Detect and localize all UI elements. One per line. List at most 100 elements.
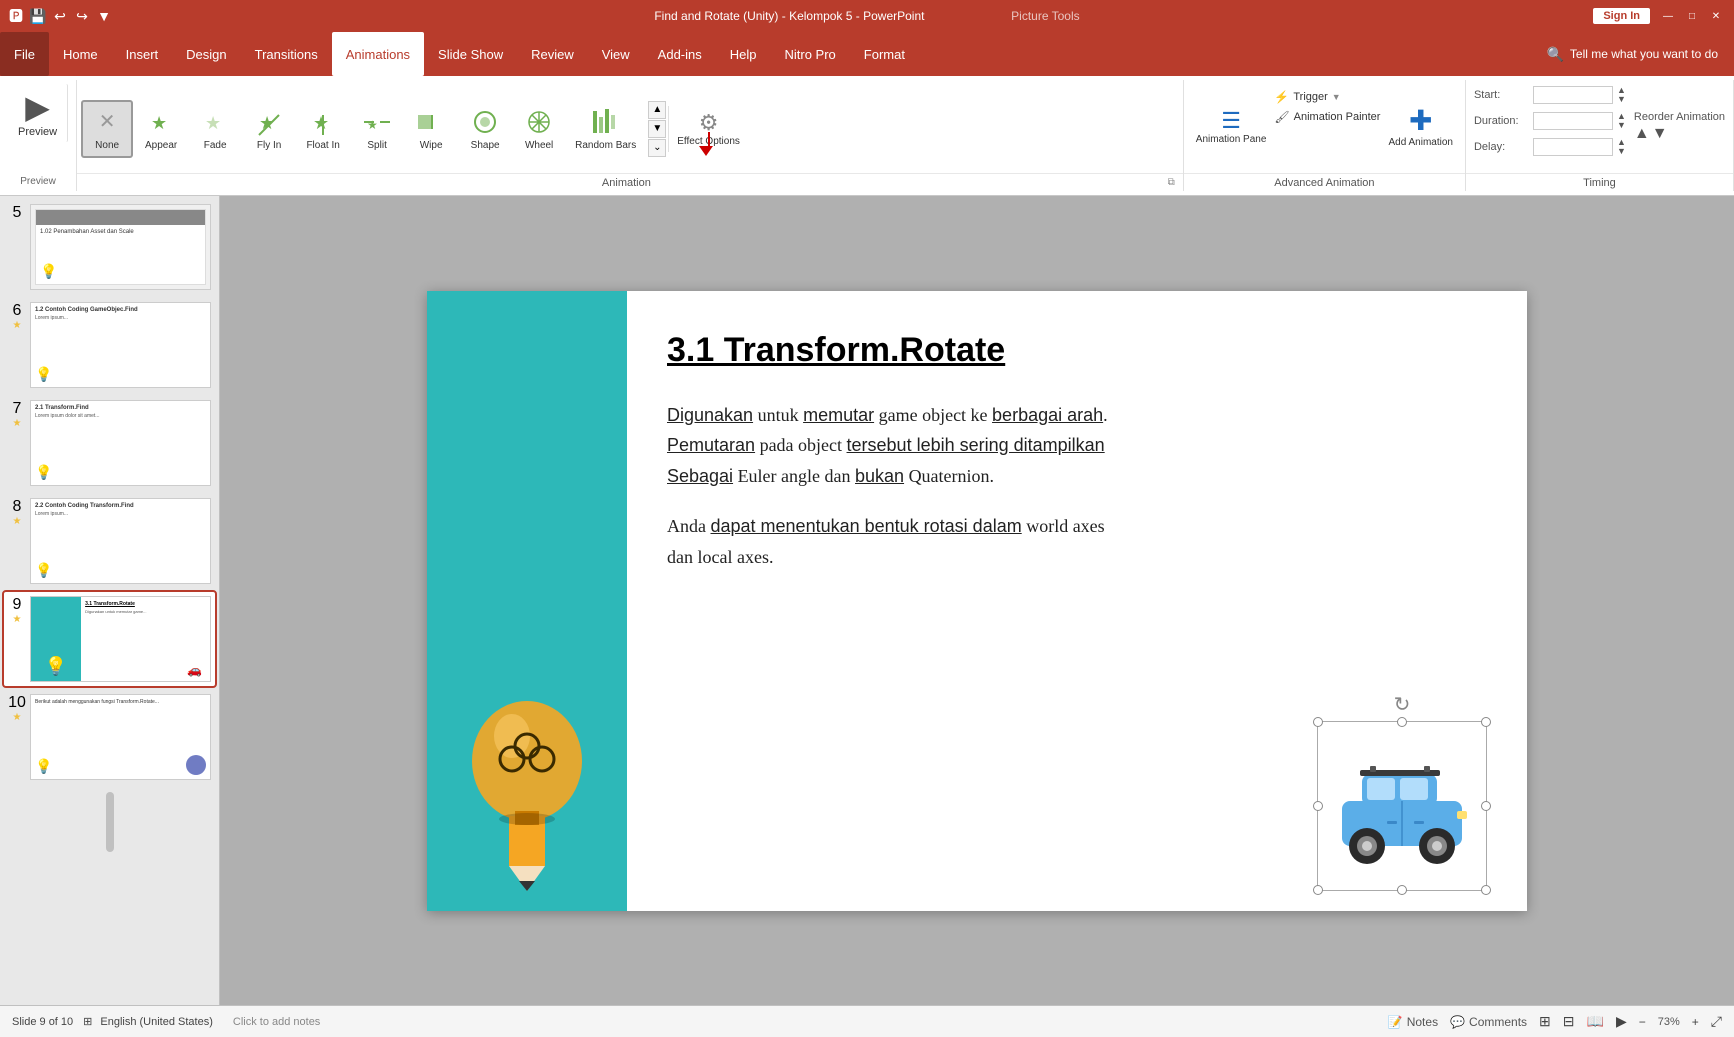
menu-item-file[interactable]: File <box>0 32 49 76</box>
reorder-arrows-row: ▲ ▼ <box>1634 125 1725 143</box>
ribbon-group-preview-label: Preview <box>20 172 56 187</box>
scroll-down-button[interactable]: ▼ <box>648 120 666 138</box>
comments-button[interactable]: 💬 Comments <box>1450 1015 1527 1029</box>
selection-handle-br[interactable] <box>1481 885 1491 895</box>
reorder-buttons: Reorder Animation ▲ ▼ <box>1634 84 1725 169</box>
para1-word3: berbagai arah <box>992 405 1103 425</box>
delay-down-arrow[interactable]: ▼ <box>1617 147 1626 156</box>
duration-label: Duration: <box>1474 115 1529 127</box>
floatin-label: Float In <box>306 140 339 152</box>
animation-pane-button[interactable]: ☰ Animation Pane <box>1188 84 1275 169</box>
animation-split-button[interactable]: ★ Split <box>351 102 403 156</box>
zoom-in-button[interactable]: + <box>1692 1015 1699 1029</box>
sign-in-button[interactable]: Sign In <box>1593 8 1650 24</box>
slide-thumb-10[interactable]: 10 ★ Berikut adalah menggunakan fungsi T… <box>4 690 215 784</box>
menu-item-home[interactable]: Home <box>49 32 112 76</box>
slide-panel: 5 1.02 Penambahan Asset dan Scale 💡 6 ★ <box>0 196 220 1005</box>
menu-item-view[interactable]: View <box>588 32 644 76</box>
start-down-arrow[interactable]: ▼ <box>1617 95 1626 104</box>
para1-word2: memutar <box>803 405 874 425</box>
animation-shape-button[interactable]: Shape <box>459 102 511 156</box>
slide-num-5: 5 <box>8 204 26 222</box>
animation-wheel-button[interactable]: Wheel <box>513 102 565 156</box>
slide-star-10: ★ <box>13 712 22 723</box>
animation-appear-button[interactable]: ★ Appear <box>135 102 187 156</box>
animation-randombars-button[interactable]: Random Bars <box>567 102 644 156</box>
randombars-icon <box>590 106 622 138</box>
minimize-button[interactable]: — <box>1658 6 1678 26</box>
rotation-handle[interactable]: ↻ <box>1394 692 1411 717</box>
slide-thumb-8[interactable]: 8 ★ 2.2 Contoh Coding Transform.Find Lor… <box>4 494 215 588</box>
menu-item-slideshow[interactable]: Slide Show <box>424 32 517 76</box>
animation-flyin-button[interactable]: ★ Fly In <box>243 102 295 156</box>
duration-input[interactable] <box>1533 112 1613 130</box>
slide-thumb-6[interactable]: 6 ★ 1.2 Contoh Coding GameObjec.Find Lor… <box>4 298 215 392</box>
slide-thumb-5[interactable]: 5 1.02 Penambahan Asset dan Scale 💡 <box>4 200 215 294</box>
menu-item-animations[interactable]: Animations <box>332 32 424 76</box>
selection-handle-bl[interactable] <box>1313 885 1323 895</box>
fit-to-window-button[interactable]: ⤢ <box>1711 1013 1722 1030</box>
save-icon[interactable]: 💾 <box>30 8 46 24</box>
animation-fade-button[interactable]: ★ Fade <box>189 102 241 156</box>
zoom-out-button[interactable]: − <box>1639 1015 1646 1029</box>
scroll-more-button[interactable]: ⌄ <box>648 139 666 157</box>
start-input[interactable] <box>1533 86 1613 104</box>
reading-view-button[interactable]: 📖 <box>1587 1013 1604 1030</box>
menu-item-help[interactable]: Help <box>716 32 771 76</box>
title-bar: 🅿 💾 ↩ ↪ ▼ Find and Rotate (Unity) - Kelo… <box>0 0 1734 32</box>
normal-view-button[interactable]: ⊞ <box>1539 1013 1551 1030</box>
add-animation-button[interactable]: ✚ Add Animation <box>1380 84 1461 169</box>
animation-floatin-button[interactable]: ★ Float In <box>297 102 349 156</box>
selection-handle-tr[interactable] <box>1481 717 1491 727</box>
animation-painter-button[interactable]: 🖌 Animation Painter <box>1274 108 1380 126</box>
menu-item-review[interactable]: Review <box>517 32 588 76</box>
add-animation-label: Add Animation <box>1388 137 1453 149</box>
selection-handle-bm[interactable] <box>1397 885 1407 895</box>
trigger-button[interactable]: ⚡ Trigger ▼ <box>1274 88 1380 106</box>
duration-down-arrow[interactable]: ▼ <box>1617 121 1626 130</box>
selection-handle-ml[interactable] <box>1313 801 1323 811</box>
menu-item-addins[interactable]: Add-ins <box>644 32 716 76</box>
move-earlier-button[interactable]: ▲ <box>1634 125 1650 143</box>
view-icon: ⊞ <box>83 1015 92 1028</box>
menu-item-design[interactable]: Design <box>172 32 240 76</box>
slide-thumb-9[interactable]: 9 ★ 💡 3.1 Transform.Rotate Digunakan unt… <box>4 592 215 686</box>
timing-content: Start: ▲ ▼ Duration: ▲ ▼ <box>1466 80 1733 173</box>
effect-options-button[interactable]: ⚙ Effect Options <box>668 106 748 152</box>
animation-painter-icon: 🖌 <box>1274 110 1289 124</box>
scroll-up-button[interactable]: ▲ <box>648 101 666 119</box>
redo-icon[interactable]: ↪ <box>74 8 90 24</box>
animation-wipe-button[interactable]: Wipe <box>405 102 457 156</box>
animation-dialog-launcher[interactable]: ⧉ <box>1168 177 1175 188</box>
menu-item-insert[interactable]: Insert <box>112 32 173 76</box>
move-later-button[interactable]: ▼ <box>1652 125 1668 143</box>
slide-panel-scrollbar[interactable] <box>4 792 215 852</box>
search-icon: 🔍 <box>1546 46 1563 63</box>
menu-item-transitions[interactable]: Transitions <box>241 32 332 76</box>
slideshow-button[interactable]: ▶ <box>1616 1013 1627 1030</box>
selection-handle-tm[interactable] <box>1397 717 1407 727</box>
quick-access-icon[interactable]: ▼ <box>96 8 112 24</box>
menu-item-format[interactable]: Format <box>850 32 919 76</box>
close-button[interactable]: ✕ <box>1706 6 1726 26</box>
preview-button[interactable]: ▶ Preview <box>8 84 68 142</box>
selection-handle-mr[interactable] <box>1481 801 1491 811</box>
slide-thumb-7[interactable]: 7 ★ 2.1 Transform.Find Lorem ipsum dolor… <box>4 396 215 490</box>
delay-input[interactable] <box>1533 138 1613 156</box>
animation-none-button[interactable]: ✕ None <box>81 100 133 158</box>
slide-sorter-button[interactable]: ⊟ <box>1563 1013 1575 1030</box>
trigger-icon: ⚡ <box>1274 90 1289 104</box>
undo-icon[interactable]: ↩ <box>52 8 68 24</box>
animation-buttons-row: ✕ None ★ Appear ★ Fade <box>77 80 1183 173</box>
main-slide: 3.1 Transform.Rotate Digunakan untuk mem… <box>427 291 1527 911</box>
menu-item-nitro[interactable]: Nitro Pro <box>771 32 850 76</box>
notes-button[interactable]: 📝 Notes <box>1388 1015 1438 1029</box>
click-to-add-notes[interactable]: Click to add notes <box>233 1016 1388 1028</box>
ribbon-group-preview: ▶ Preview Preview <box>0 80 77 191</box>
car-selection-box[interactable]: ↻ <box>1317 721 1487 891</box>
animation-painter-label: Animation Painter <box>1294 111 1381 123</box>
fade-icon: ★ <box>199 106 231 138</box>
wipe-icon <box>415 106 447 138</box>
maximize-button[interactable]: □ <box>1682 6 1702 26</box>
selection-handle-tl[interactable] <box>1313 717 1323 727</box>
